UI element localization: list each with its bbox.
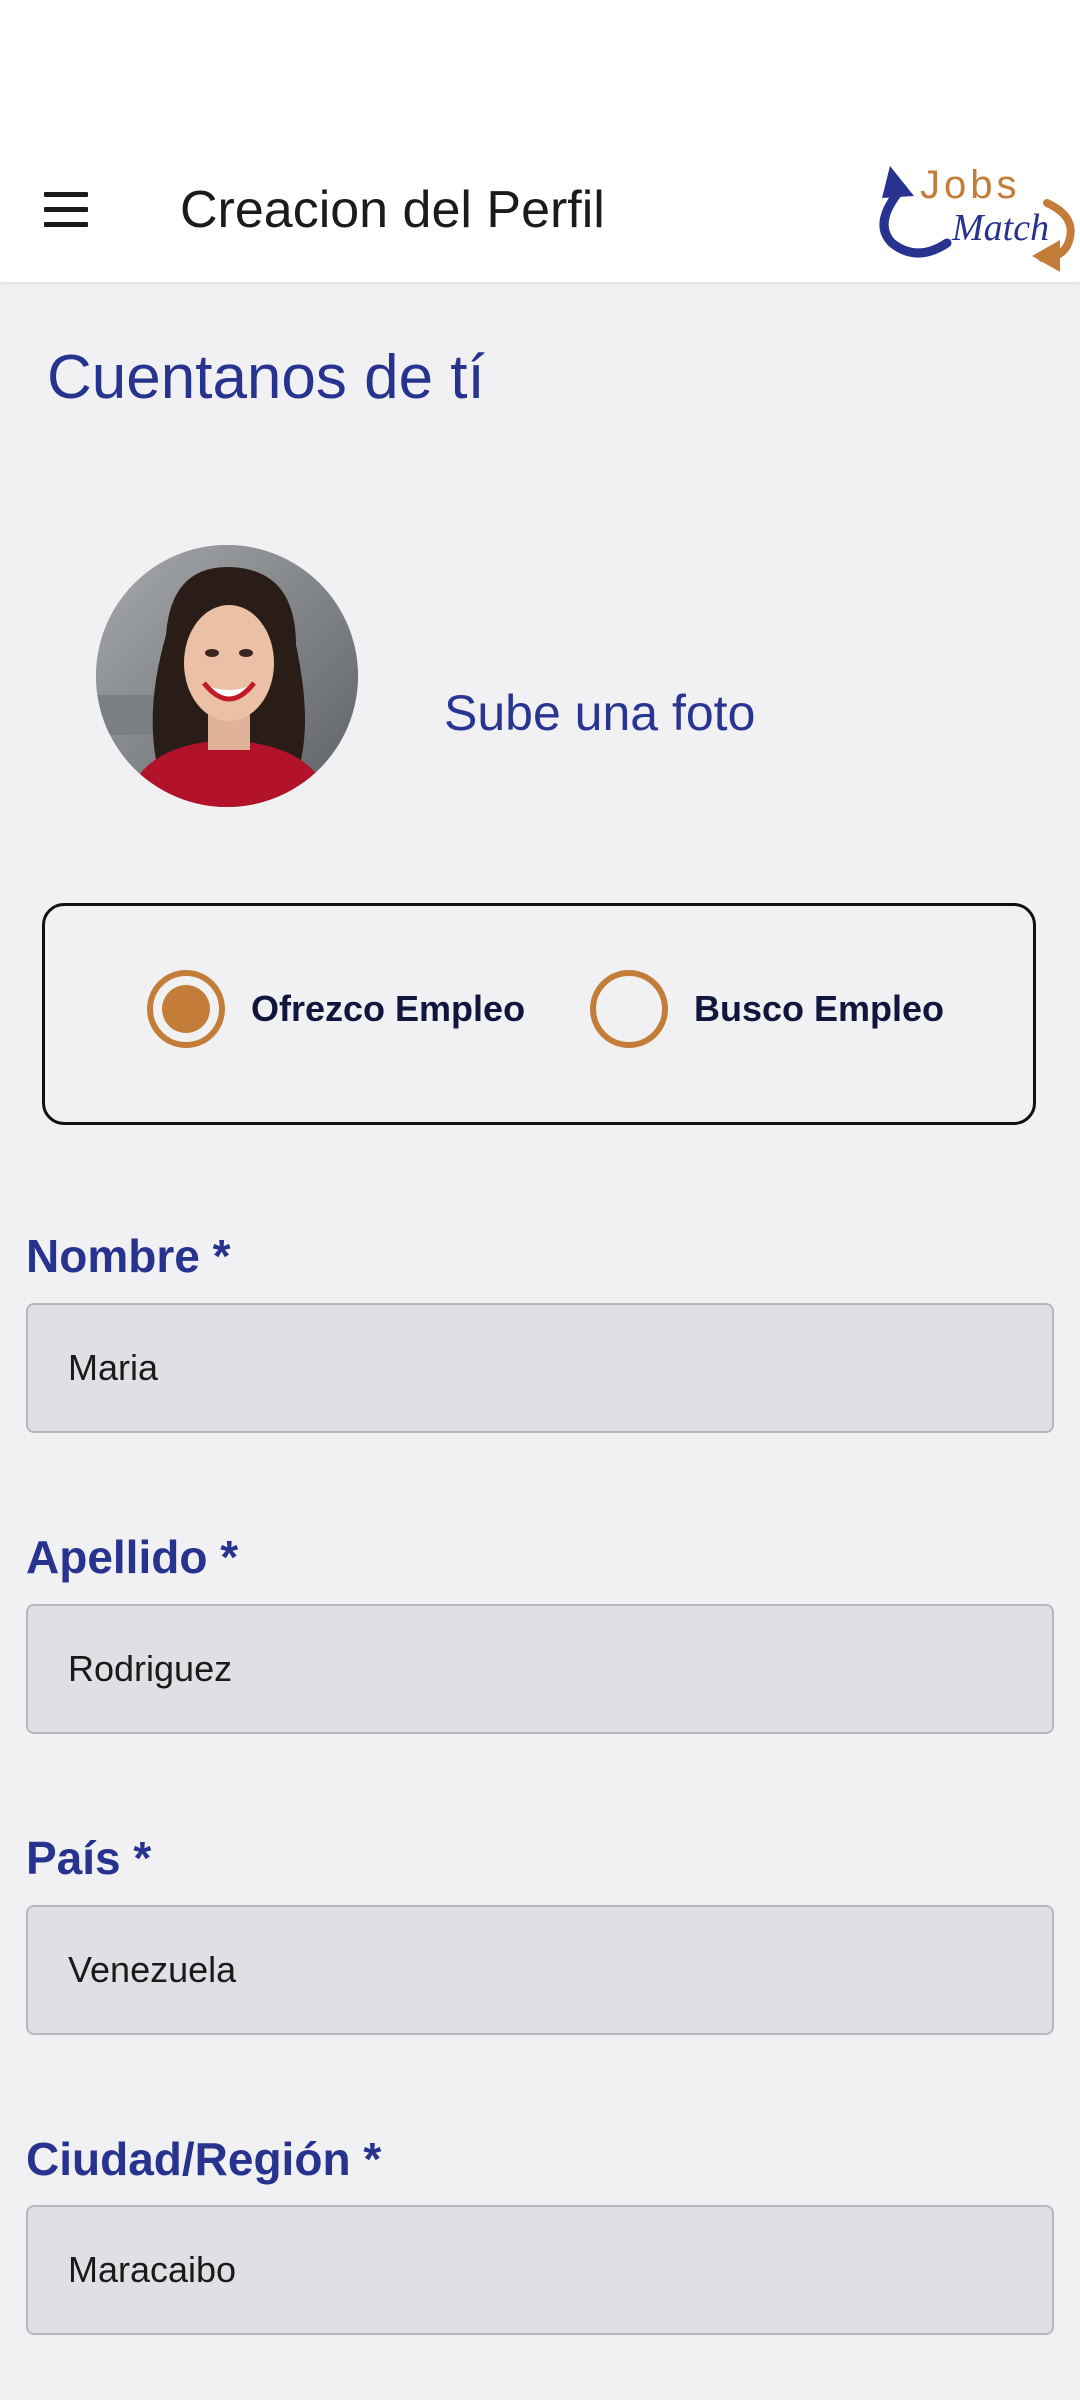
city-region-input[interactable]: Maracaibo [26,2205,1054,2335]
section-heading: Cuentanos de tí [47,343,485,412]
first-name-label: Nombre * [26,1230,231,1282]
logo-word-jobs: Jobs [920,163,1021,207]
first-name-input[interactable]: Maria [26,1303,1054,1433]
last-name-input[interactable]: Rodriguez [26,1604,1054,1734]
upload-photo-link[interactable]: Sube una foto [444,680,755,746]
app-bar: Creacion del Perfil Jobs Match [0,140,1080,282]
jobs-match-logo: Jobs Match [879,163,1075,272]
city-region-label: Ciudad/Región * [26,2133,382,2185]
radio-checked-icon [147,970,225,1048]
radio-label-seek: Busco Empleo [694,988,945,1029]
country-input[interactable]: Venezuela [26,1905,1054,2035]
profile-avatar[interactable] [96,545,358,807]
logo-word-match: Match [951,207,1049,249]
last-name-label: Apellido * [26,1531,239,1583]
radio-unchecked-icon [590,970,668,1048]
page-title: Creacion del Perfil [180,181,605,239]
radio-label-offer: Ofrezco Empleo [251,988,526,1029]
country-label: País * [26,1832,152,1884]
status-bar [0,0,1080,140]
role-radio-group: Ofrezco Empleo Busco Empleo [42,903,1036,1125]
hamburger-menu-icon[interactable] [40,190,92,230]
avatar-photo [96,545,358,807]
